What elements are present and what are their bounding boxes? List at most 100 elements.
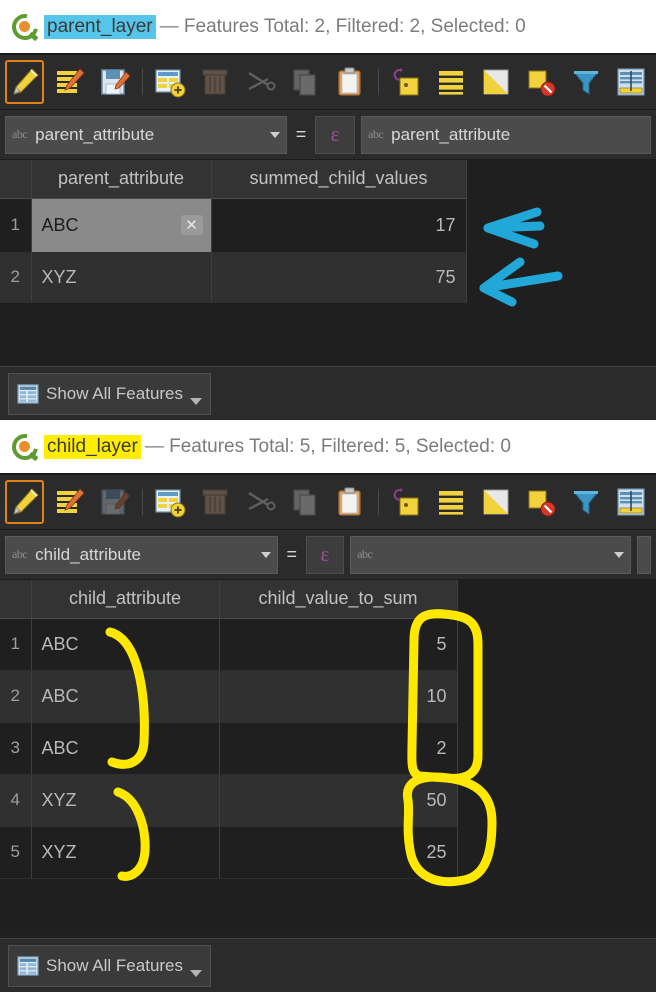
cut-features-icon xyxy=(248,491,276,511)
parent-footer: Show All Features xyxy=(0,366,656,420)
select-all-icon xyxy=(439,71,464,95)
zoom-map-to-selected-button[interactable] xyxy=(387,480,426,524)
parent-value-text: parent_attribute xyxy=(391,124,511,144)
row-number[interactable]: 2 xyxy=(0,670,32,723)
cell-child-value-to-sum[interactable]: 2 xyxy=(219,722,458,775)
cell-child-value-to-sum[interactable]: 25 xyxy=(219,826,458,879)
show-all-features-label: Show All Features xyxy=(46,383,184,403)
cell-child-value-to-sum[interactable]: 50 xyxy=(219,774,458,827)
multi-edit-icon xyxy=(56,488,85,513)
row-number[interactable]: 3 xyxy=(0,722,32,775)
toolbar-separator xyxy=(378,69,379,95)
select-all-button[interactable] xyxy=(432,60,471,104)
cell-child-value-to-sum[interactable]: 10 xyxy=(219,670,458,723)
invert-selection-button[interactable] xyxy=(477,60,516,104)
zoom-map-to-selected-button[interactable] xyxy=(387,60,426,104)
show-all-features-button[interactable]: Show All Features xyxy=(8,944,212,987)
copy-features-button[interactable] xyxy=(286,60,325,104)
chevron-down-icon xyxy=(270,131,280,138)
clear-value-button[interactable]: ✕ xyxy=(180,215,203,235)
deselect-all-button[interactable] xyxy=(522,60,561,104)
parent-value-input[interactable]: abc parent_attribute xyxy=(361,115,651,154)
table-view-icon xyxy=(17,383,39,404)
child-extra-input[interactable] xyxy=(637,535,651,574)
table-row[interactable]: 2 XYZ 75 xyxy=(0,252,467,303)
multi-edit-button[interactable] xyxy=(50,60,89,104)
column-header-parent-attribute[interactable]: parent_attribute xyxy=(31,160,212,199)
cell-summed-child-values[interactable]: 17 xyxy=(211,198,467,253)
zoom-map-to-selected-icon xyxy=(393,68,419,96)
table-row[interactable]: 4 XYZ 50 xyxy=(0,774,458,827)
save-edits-button[interactable] xyxy=(95,60,134,104)
row-number[interactable]: 5 xyxy=(0,826,32,879)
row-number[interactable]: 1 xyxy=(0,618,32,671)
filter-expression-button[interactable] xyxy=(567,480,606,524)
open-field-calculator-icon xyxy=(617,68,646,96)
toggle-editing-icon xyxy=(12,68,39,95)
parent-attribute-table: parent_attribute summed_child_values 1 A… xyxy=(0,160,467,303)
cut-features-button[interactable] xyxy=(241,480,280,524)
cell-child-value-to-sum[interactable]: 5 xyxy=(219,618,458,671)
select-all-button[interactable] xyxy=(432,480,471,524)
save-edits-button[interactable] xyxy=(95,480,134,524)
column-header-child-value-to-sum[interactable]: child_value_to_sum xyxy=(219,580,458,619)
open-field-calculator-button[interactable] xyxy=(612,60,651,104)
multi-edit-button[interactable] xyxy=(50,480,89,524)
child-field-value: child_attribute xyxy=(35,544,141,564)
row-number[interactable]: 2 xyxy=(0,252,32,303)
delete-field-icon xyxy=(202,69,229,95)
show-all-features-button[interactable]: Show All Features xyxy=(8,372,212,415)
filter-expression-icon xyxy=(573,71,600,95)
paste-features-button[interactable] xyxy=(331,480,370,524)
cell-child-attribute[interactable]: XYZ xyxy=(31,774,220,827)
qgis-logo xyxy=(6,8,44,45)
parent-expression-button[interactable]: ε xyxy=(315,115,355,154)
chevron-down-icon xyxy=(614,551,624,558)
cell-summed-child-values[interactable]: 75 xyxy=(211,252,467,303)
table-row[interactable]: 2 ABC 10 xyxy=(0,670,458,723)
parent-attribute-table-window: parent_layer — Features Total: 2, Filter… xyxy=(0,0,656,420)
new-field-icon xyxy=(155,69,186,98)
child-value-input[interactable]: abc xyxy=(350,535,631,574)
open-field-calculator-button[interactable] xyxy=(612,480,651,524)
cell-child-attribute[interactable]: ABC xyxy=(31,618,220,671)
delete-field-button[interactable] xyxy=(196,480,235,524)
parent-toolbar xyxy=(0,55,656,110)
column-header-summed-child-values[interactable]: summed_child_values xyxy=(211,160,467,199)
cell-child-attribute[interactable]: XYZ xyxy=(31,826,220,879)
cell-child-attribute[interactable]: ABC xyxy=(31,722,220,775)
child-table-header-row: child_attribute child_value_to_sum xyxy=(0,580,458,619)
parent-field-select[interactable]: abc parent_attribute xyxy=(5,115,287,154)
parent-table-area: parent_attribute summed_child_values 1 A… xyxy=(0,160,656,365)
cell-child-attribute[interactable]: ABC xyxy=(31,670,220,723)
toggle-editing-button[interactable] xyxy=(5,60,45,104)
parent-filter-bar: abc parent_attribute = ε abc parent_attr… xyxy=(0,110,656,160)
cell-value: ABC xyxy=(41,214,79,235)
invert-selection-icon xyxy=(483,489,509,515)
filter-operator: = xyxy=(286,544,298,564)
copy-features-button[interactable] xyxy=(286,480,325,524)
new-field-button[interactable] xyxy=(151,60,190,104)
child-field-select[interactable]: abc child_attribute xyxy=(5,535,279,574)
cell-parent-attribute[interactable]: XYZ xyxy=(31,252,212,303)
paste-features-button[interactable] xyxy=(331,60,370,104)
row-number[interactable]: 4 xyxy=(0,774,32,827)
parent-feature-stats: — Features Total: 2, Filtered: 2, Select… xyxy=(159,15,526,37)
table-row[interactable]: 3 ABC 2 xyxy=(0,722,458,775)
table-row[interactable]: 1 ABC ✕ 17 xyxy=(0,198,467,253)
cell-parent-attribute[interactable]: ABC ✕ xyxy=(31,198,212,253)
cut-features-button[interactable] xyxy=(241,60,280,104)
child-expression-button[interactable]: ε xyxy=(305,535,345,574)
table-row[interactable]: 1 ABC 5 xyxy=(0,618,458,671)
new-field-button[interactable] xyxy=(151,480,190,524)
deselect-all-button[interactable] xyxy=(522,480,561,524)
invert-selection-button[interactable] xyxy=(477,480,516,524)
toggle-editing-button[interactable] xyxy=(5,480,45,524)
delete-field-button[interactable] xyxy=(196,60,235,104)
column-header-child-attribute[interactable]: child_attribute xyxy=(31,580,220,619)
row-number[interactable]: 1 xyxy=(0,198,32,253)
table-row[interactable]: 5 XYZ 25 xyxy=(0,826,458,879)
parent-table-body: 1 ABC ✕ 17 2 XYZ 75 xyxy=(0,198,467,303)
toolbar-separator xyxy=(142,69,143,95)
filter-expression-button[interactable] xyxy=(567,60,606,104)
